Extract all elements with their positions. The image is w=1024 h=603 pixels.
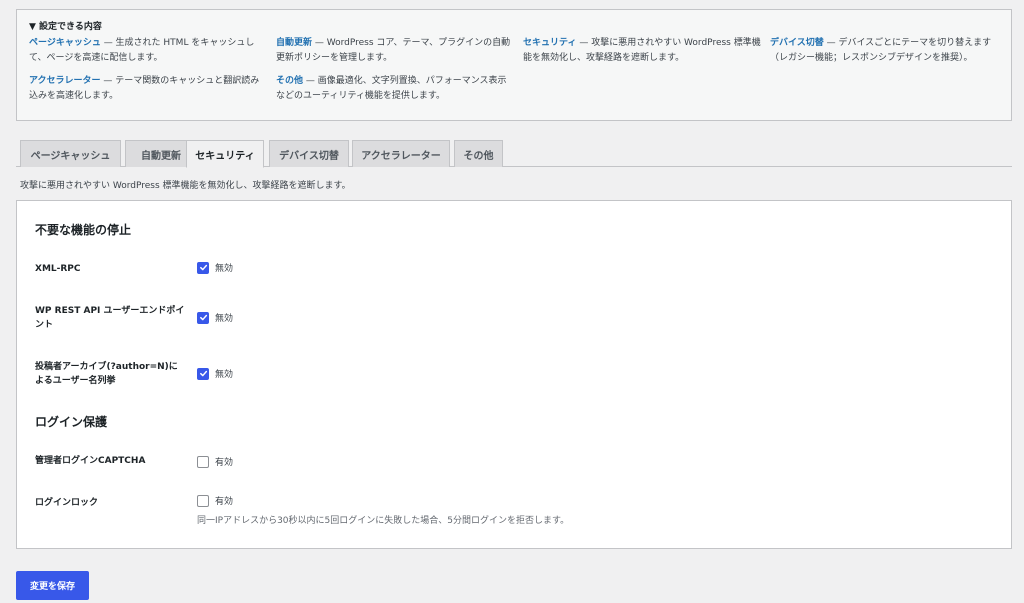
xmlrpc-option-label: 無効 [215,264,234,274]
checkmark-icon [199,370,207,377]
summary-link-page-cache[interactable]: ページキャッシュ [29,38,101,48]
summary-item-page-cache: ページキャッシュ — 生成された HTML をキャッシュして、ページを高速に配信… [29,36,276,66]
captcha-checkbox-row[interactable]: 有効 [197,455,233,468]
tab-bar: ページキャッシュ 自動更新 セキュリティ デバイス切替 アクセラレーター その他 [16,140,1012,168]
checkmark-icon [199,264,207,271]
login-lock-help-text: 同一IPアドレスから30秒以内に5回ログインに失敗した場合、5分間ログインを拒否… [197,516,570,526]
login-lock-checkbox-row[interactable]: 有効 [197,494,233,507]
summary-toggle[interactable]: ▼ 設定できる内容 [29,18,999,32]
summary-box: ▼ 設定できる内容 ページキャッシュ — 生成された HTML をキャッシュして… [16,9,1012,121]
section-title-login-protection: ログイン保護 [35,415,108,429]
summary-grid: ページキャッシュ — 生成された HTML をキャッシュして、ページを高速に配信… [29,36,999,104]
summary-text: — 画像最適化、文字列置換、パフォーマンス表示などのユーティリティ機能を提供しま… [276,76,507,101]
summary-title: ▼ 設定できる内容 [29,21,102,32]
save-button[interactable]: 変更を保存 [16,571,89,600]
summary-item-accelerator: アクセラレーター — テーマ関数のキャッシュと翻訳読み込みを高速化します。 [29,74,276,104]
field-label-captcha: 管理者ログインCAPTCHA [35,456,146,466]
field-label-login-lock: ログインロック [35,498,99,508]
section-title-disable-features: 不要な機能の停止 [35,223,132,237]
summary-link-auto-update[interactable]: 自動更新 [276,38,312,48]
author-archive-option-label: 無効 [215,370,234,380]
settings-panel: 不要な機能の停止 XML-RPC 無効 WP REST API ユーザーエンドポ… [16,200,1012,549]
captcha-option-label: 有効 [215,458,234,468]
tab-device-switch[interactable]: デバイス切替 [269,140,349,167]
rest-api-option-label: 無効 [215,314,234,324]
summary-link-accelerator[interactable]: アクセラレーター [29,76,101,86]
captcha-checkbox[interactable] [197,455,209,468]
field-label-rest-api: WP REST API ユーザーエンドポイント [35,306,185,330]
summary-link-device-switch[interactable]: デバイス切替 [770,38,824,48]
tab-page-cache[interactable]: ページキャッシュ [20,140,121,167]
summary-item-device-switch: デバイス切替 — デバイスごとにテーマを切り替えます（レガシー機能；レスポンシブ… [770,36,1010,66]
tab-other[interactable]: その他 [454,140,503,167]
summary-link-security[interactable]: セキュリティ [523,38,576,48]
tab-accelerator[interactable]: アクセラレーター [352,140,450,167]
checkmark-icon [199,314,207,321]
field-label-author-archive: 投稿者アーカイブ(?author=N)によるユーザー名列挙 [35,362,178,386]
rest-api-checkbox-row[interactable]: 無効 [197,311,233,324]
rest-api-checkbox[interactable] [197,311,209,324]
login-lock-option-label: 有効 [215,497,234,507]
settings-page: ▼ 設定できる内容 ページキャッシュ — 生成された HTML をキャッシュして… [0,0,1024,603]
summary-item-auto-update: 自動更新 — WordPress コア、テーマ、プラグインの自動更新ポリシーを管… [276,36,523,66]
tab-description: 攻撃に悪用されやすい WordPress 標準機能を無効化し、攻撃経路を遮断しま… [20,181,351,191]
summary-item-security: セキュリティ — 攻撃に悪用されやすい WordPress 標準機能を無効化し、… [523,36,770,66]
author-archive-checkbox-row[interactable]: 無効 [197,367,233,380]
summary-text: — WordPress コア、テーマ、プラグインの自動更新ポリシーを管理します。 [276,38,511,63]
field-label-xmlrpc: XML-RPC [35,264,81,274]
summary-link-other[interactable]: その他 [276,76,303,86]
login-lock-checkbox[interactable] [197,494,209,507]
author-archive-checkbox[interactable] [197,367,209,380]
xmlrpc-checkbox-row[interactable]: 無効 [197,261,233,274]
xmlrpc-checkbox[interactable] [197,261,209,274]
tab-security[interactable]: セキュリティ [186,140,264,168]
summary-item-other: その他 — 画像最適化、文字列置換、パフォーマンス表示などのユーティリティ機能を… [276,74,523,104]
